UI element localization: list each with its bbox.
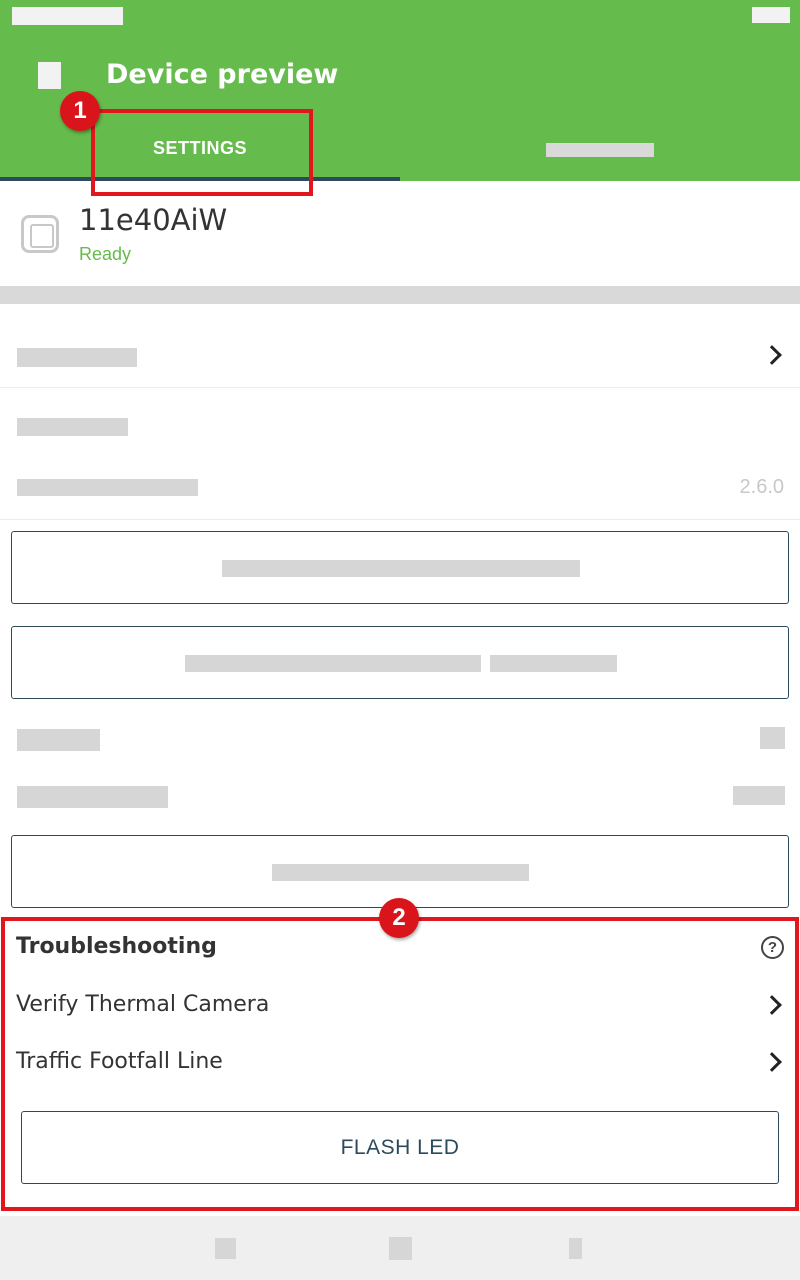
status-bar-right [752,7,790,23]
tab-second-label [546,143,654,157]
nav-home-icon[interactable] [389,1237,412,1260]
action-button-3-label [272,864,529,881]
settings-row-1-label [17,348,137,367]
annotation-badge-1: 1 [60,91,100,131]
settings-row-4-label [17,786,168,808]
system-nav-bar [0,1216,800,1280]
settings-row-3-value[interactable] [760,727,785,749]
version-label [17,479,198,496]
nav-recents-icon[interactable] [569,1238,582,1259]
annotation-box-2 [1,917,799,1211]
action-button-2-label-part1 [185,655,481,672]
tab-second[interactable] [400,118,800,181]
back-icon[interactable] [38,62,61,89]
action-button-1-label [222,560,580,577]
status-bar-left [12,7,123,25]
device-name: 11e40AiW [79,203,228,237]
version-value: 2.6.0 [739,476,784,498]
device-icon [21,215,59,253]
settings-row-4-value [733,786,785,805]
settings-row-3-label [17,729,100,751]
divider [0,519,800,520]
annotation-badge-2: 2 [379,898,419,938]
annotation-box-1 [91,109,313,196]
settings-row-2-label [17,418,128,436]
chevron-right-icon [762,345,782,365]
device-status: Ready [79,244,132,264]
page-title: Device preview [106,59,339,90]
section-separator [0,286,800,304]
divider [0,387,800,388]
nav-back-icon[interactable] [215,1238,236,1259]
action-button-1[interactable] [11,531,789,604]
action-button-2-label-part2 [490,655,617,672]
action-button-2[interactable] [11,626,789,699]
